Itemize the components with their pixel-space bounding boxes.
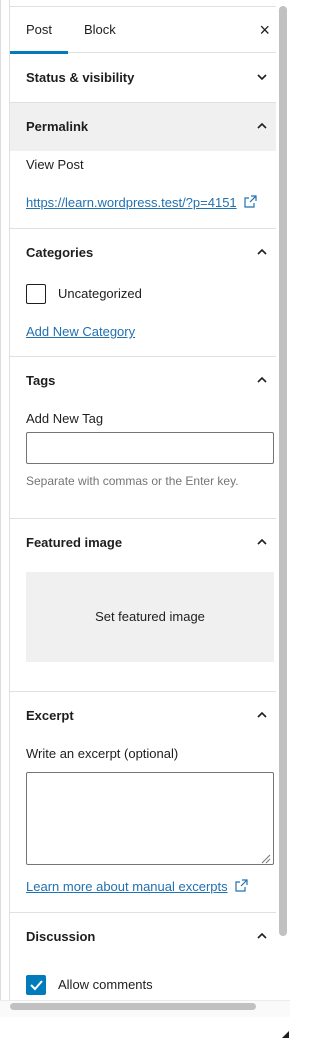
view-post-label: View Post: [26, 157, 84, 172]
panel-title: Permalink: [26, 119, 89, 134]
panel-tags-toggle[interactable]: Tags: [10, 357, 276, 405]
external-link-icon: [244, 195, 257, 208]
close-icon[interactable]: ×: [259, 7, 270, 53]
chevron-up-icon: [256, 374, 268, 386]
category-checkbox[interactable]: [26, 284, 46, 304]
resize-handle-icon[interactable]: [261, 852, 271, 864]
add-new-category-link[interactable]: Add New Category: [26, 324, 135, 339]
excerpt-label: Write an excerpt (optional): [26, 746, 179, 761]
tab-block-label: Block: [84, 22, 116, 37]
panel-title: Featured image: [26, 535, 123, 550]
panel-featured-image-toggle[interactable]: Featured image: [10, 519, 276, 567]
learn-more-excerpts-link[interactable]: Learn more about manual excerpts: [26, 879, 248, 894]
chevron-up-icon: [256, 709, 268, 721]
panel-title: Categories: [26, 245, 94, 260]
panel-discussion-toggle[interactable]: Discussion: [10, 913, 276, 961]
panel-excerpt-toggle[interactable]: Excerpt: [10, 692, 276, 740]
chevron-up-icon: [256, 246, 268, 258]
panel-title: Tags: [26, 373, 56, 388]
add-new-tag-input[interactable]: [26, 432, 274, 464]
category-label: Uncategorized: [58, 286, 142, 301]
add-new-tag-label: Add New Tag: [26, 411, 104, 426]
external-link-icon: [235, 879, 248, 892]
permalink-url-link[interactable]: https://learn.wordpress.test/?p=4151: [26, 195, 257, 210]
panel-title: Excerpt: [26, 708, 74, 723]
panel-permalink-toggle[interactable]: Permalink: [10, 103, 276, 151]
learn-more-excerpts-text: Learn more about manual excerpts: [26, 879, 228, 894]
panel-categories-toggle[interactable]: Categories: [10, 229, 276, 277]
horizontal-scrollbar[interactable]: [10, 1003, 256, 1010]
tab-block[interactable]: Block: [84, 7, 116, 53]
chevron-up-icon: [256, 120, 268, 132]
excerpt-textarea[interactable]: [26, 772, 274, 865]
sidebar-tabs: Post Block ×: [10, 6, 276, 54]
chevron-up-icon: [256, 536, 268, 548]
resize-corner-icon[interactable]: [282, 1031, 289, 1038]
vertical-scrollbar[interactable]: [279, 6, 287, 936]
allow-comments-label: Allow comments: [58, 977, 153, 992]
panel-title: Discussion: [26, 929, 96, 944]
panel-title: Status & visibility: [26, 70, 135, 85]
tags-help-text: Separate with commas or the Enter key.: [26, 474, 239, 488]
chevron-up-icon: [256, 930, 268, 942]
set-featured-image-button[interactable]: Set featured image: [26, 572, 274, 662]
tab-post[interactable]: Post: [10, 7, 68, 54]
permalink-url-text: https://learn.wordpress.test/?p=4151: [26, 195, 237, 210]
allow-comments-checkbox[interactable]: [26, 975, 46, 995]
tab-post-label: Post: [25, 22, 52, 37]
panel-status-visibility-toggle[interactable]: Status & visibility: [10, 54, 276, 102]
check-icon: [30, 980, 43, 991]
chevron-down-icon: [256, 71, 268, 83]
